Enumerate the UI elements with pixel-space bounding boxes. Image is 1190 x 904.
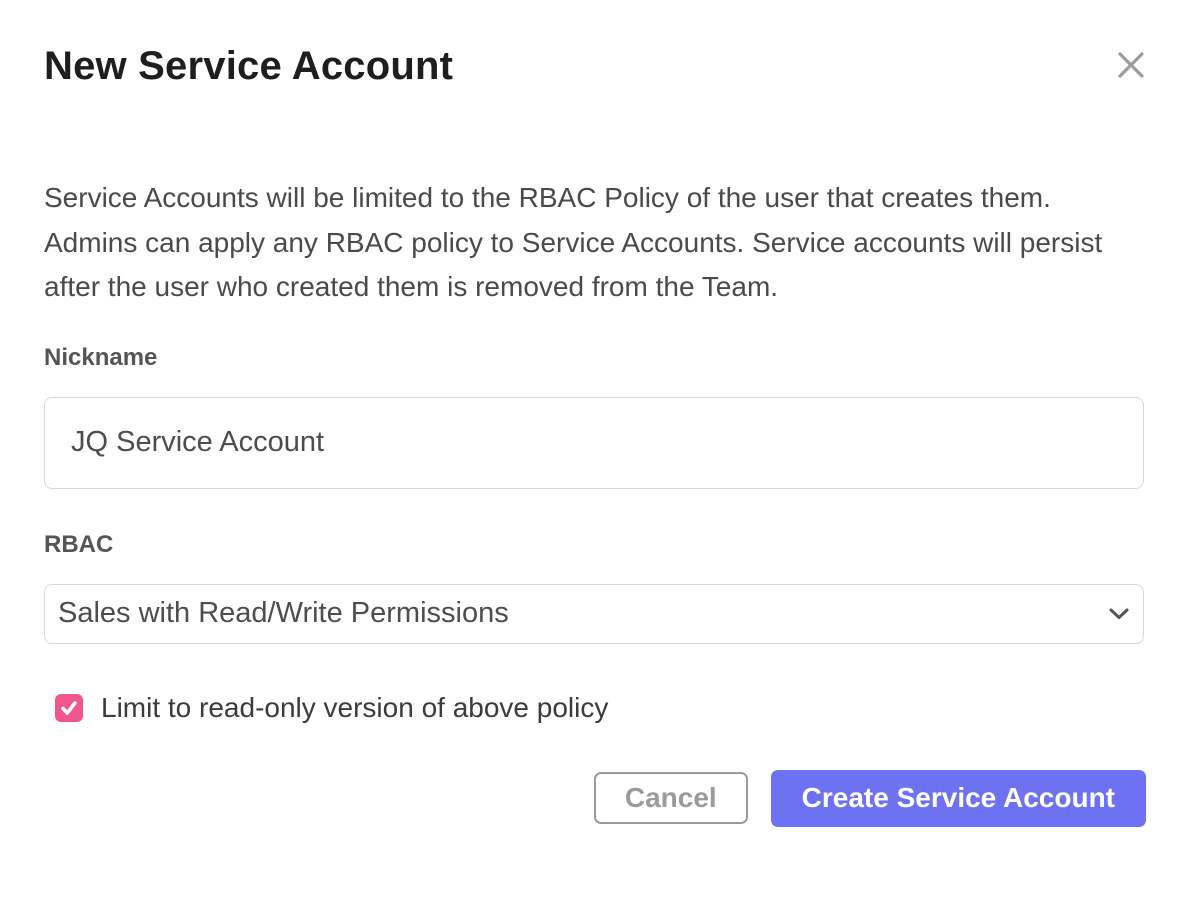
chevron-down-icon [1109,608,1129,620]
new-service-account-modal: New Service Account Service Accounts wil… [0,0,1190,904]
nickname-input[interactable] [44,397,1144,489]
modal-actions: Cancel Create Service Account [44,770,1146,827]
close-button[interactable] [1114,48,1148,82]
nickname-label: Nickname [44,344,1146,372]
rbac-label: RBAC [44,531,1146,559]
readonly-checkbox[interactable] [55,694,83,722]
modal-description: Service Accounts will be limited to the … [44,176,1129,310]
checkmark-icon [59,698,79,718]
create-service-account-button[interactable]: Create Service Account [771,770,1146,827]
cancel-button[interactable]: Cancel [594,772,748,824]
readonly-checkbox-row: Limit to read-only version of above poli… [55,692,1146,724]
modal-title: New Service Account [44,0,1146,90]
readonly-checkbox-label[interactable]: Limit to read-only version of above poli… [101,692,608,724]
close-icon [1117,51,1145,79]
rbac-select[interactable]: Sales with Read/Write Permissions [44,584,1144,644]
rbac-selected-value: Sales with Read/Write Permissions [58,597,509,630]
